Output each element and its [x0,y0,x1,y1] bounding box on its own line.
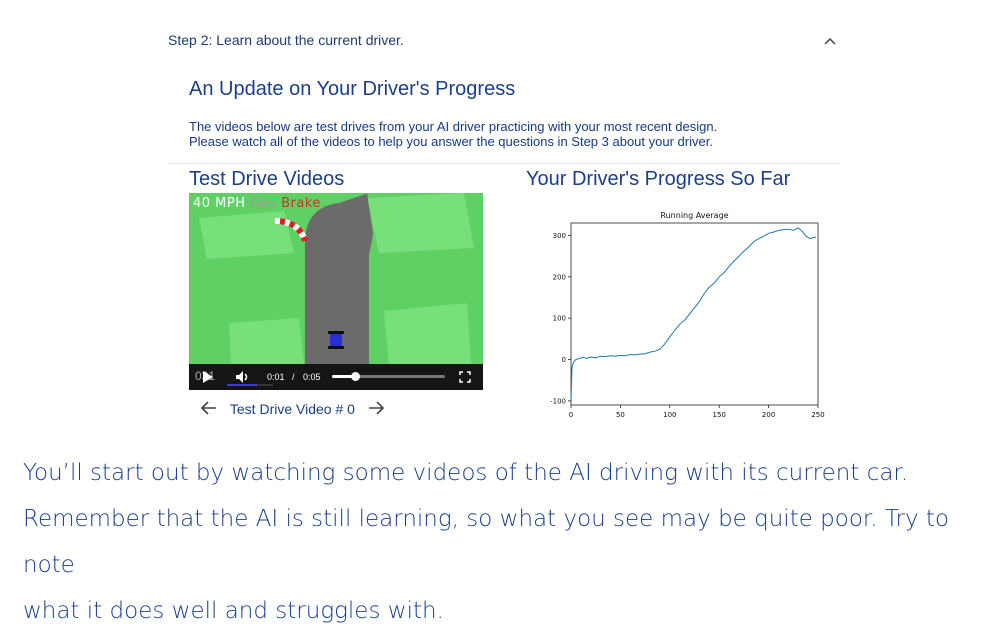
x-tick-label: 250 [811,411,824,419]
caption: You’ll start out by watching some videos… [23,450,973,634]
x-tick-label: 50 [616,411,625,419]
video-nav-label: Test Drive Video # 0 [229,401,355,418]
y-tick-label: 100 [553,315,566,323]
next-arrow-icon[interactable] [367,401,385,418]
progress-title: Your Driver's Progress So Far [526,168,791,190]
x-tick-label: 200 [762,411,775,419]
y-tick-label: 0 [562,356,566,364]
volume-icon[interactable] [235,370,249,384]
current-time: 0:01 [267,372,285,382]
hud-brake: Brake [281,196,321,211]
time-separator: / [292,372,295,382]
prev-arrow-icon[interactable] [200,401,218,418]
divider [168,163,840,164]
chart-title: Running Average [660,211,728,220]
step-header[interactable]: Step 2: Learn about the current driver. [168,32,404,48]
description-line-1: The videos below are test drives from yo… [189,119,718,134]
y-tick-label: 300 [553,232,566,240]
play-icon[interactable] [203,371,213,383]
duration: 0:05 [303,372,321,382]
x-tick-label: 100 [663,411,676,419]
grass-tile [229,318,304,364]
caption-line-2: Remember that the AI is still learning, … [23,506,950,578]
description-line-2: Please watch all of the videos to help y… [189,134,713,149]
y-tick-label: -100 [550,397,566,405]
running-average-chart: Running Average0 50 100 150 200 250-100010020… [550,211,825,419]
car-icon [328,331,344,349]
seek-handle[interactable] [350,372,360,381]
video-controls: 031 0:01 / 0:05 [189,364,483,390]
seek-bar[interactable] [332,372,445,381]
volume-level [227,384,257,386]
hud-gas: Gas [250,196,277,211]
fullscreen-icon[interactable] [459,371,471,383]
video-navigation: Test Drive Video # 0 [200,400,385,418]
video-frame [189,193,483,364]
caption-line-3: what it does well and struggles with. [23,598,444,624]
card-title: An Update on Your Driver's Progress [189,78,516,100]
caption-line-1: You’ll start out by watching some videos… [23,460,909,486]
plot-frame [570,222,819,406]
chevron-up-icon[interactable] [822,34,838,50]
y-tick-label: 200 [553,273,566,281]
grass-tile [384,303,471,364]
video-player[interactable]: 40 MPH Gas Brake 031 0:01 / 0:05 [189,193,483,390]
hud-speed: 40 MPH [193,196,246,211]
series-line [570,227,817,401]
videos-title: Test Drive Videos [189,168,345,190]
grass-tile [367,193,474,253]
x-tick-label: 150 [713,411,726,419]
x-tick-label: 0 [569,411,573,419]
hud: 40 MPH Gas Brake [193,196,321,211]
card-description: The videos below are test drives from yo… [189,119,717,149]
